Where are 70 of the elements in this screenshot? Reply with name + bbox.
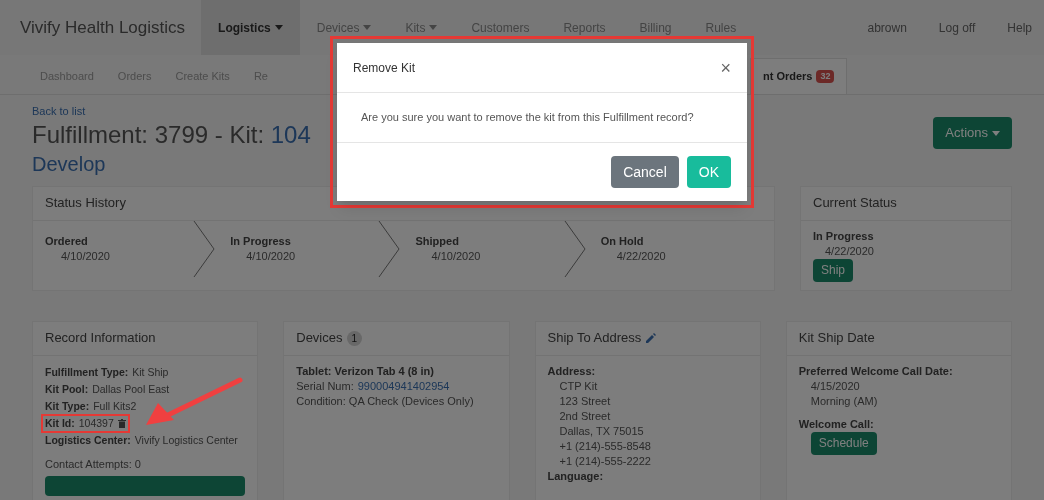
field-label: Fulfillment Type: <box>45 364 129 380</box>
brand-name[interactable]: Vivify Health Logistics <box>20 14 186 41</box>
serial-link[interactable]: 990004941402954 <box>357 378 450 394</box>
panel-title: Status History <box>45 194 126 213</box>
step-date: 4/10/2020 <box>430 248 482 264</box>
device-name: Tablet: Verizon Tab 4 (8 in) <box>296 363 435 379</box>
ok-button[interactable]: OK <box>686 156 731 188</box>
panel-title: Record Information <box>45 329 156 348</box>
chevron-icon <box>193 220 215 277</box>
call-time: Morning (AM) <box>809 393 878 409</box>
user-link[interactable]: Help <box>1007 18 1032 37</box>
step-name: Ordered <box>45 233 89 249</box>
panel-title: Current Status <box>813 194 897 213</box>
ship-button[interactable]: Ship <box>813 258 854 282</box>
trash-icon[interactable] <box>117 418 126 428</box>
close-button[interactable]: × <box>720 58 731 77</box>
field-label: Serial Num: <box>296 378 354 394</box>
dialog-title: Remove Kit <box>353 59 416 77</box>
page-title: Fulfillment: 3799 - Kit: <box>32 119 266 150</box>
field-label: Kit Type: <box>45 398 90 414</box>
step-name: On Hold <box>600 233 645 249</box>
step-date: 4/10/2020 <box>245 248 297 264</box>
step-name: In Progress <box>230 233 292 249</box>
device-condition: Condition: QA Check (Devices Only) <box>296 393 475 409</box>
count-badge: 32 <box>816 69 835 84</box>
chevron-icon <box>378 220 401 277</box>
cancel-button[interactable]: Cancel <box>611 156 679 188</box>
kit-link[interactable]: 104 <box>270 119 311 150</box>
field-value: Dallas Pool East <box>92 381 170 397</box>
address-line: 123 Street <box>558 393 612 409</box>
panel-title: Ship To Address <box>547 329 642 348</box>
nav-menu[interactable]: Logistics <box>201 0 300 55</box>
field-label: Welcome Call: <box>798 416 874 432</box>
address-line: CTP Kit <box>558 378 599 394</box>
address-line: 2nd Street <box>558 408 612 424</box>
dialog-message: Are you sure you want to remove the kit from this Fulfillment record? <box>361 110 694 126</box>
status-name: In Progress <box>813 228 874 244</box>
field-value: 104397 <box>78 415 114 431</box>
field-label: Address: <box>547 363 597 379</box>
panel-title: Devices <box>296 329 343 348</box>
address-line: Dallas, TX 75015 <box>558 423 645 439</box>
user-link[interactable]: abrown <box>867 18 907 37</box>
step-date: 4/22/2020 <box>615 248 667 264</box>
field-label: Preferred Welcome Call Date: <box>798 363 953 379</box>
field-value: Full Kits2 <box>93 398 137 414</box>
chevron-icon <box>563 220 586 277</box>
field-value: Kit Ship <box>132 364 169 380</box>
contact-attempts: Contact Attempts: 0 <box>45 457 141 470</box>
actions-button[interactable]: Actions <box>933 117 1012 149</box>
address-line: +1 (214)-555-8548 <box>558 438 652 454</box>
step-date: 4/10/2020 <box>60 248 111 264</box>
address-line: +1 (214)-555-2222 <box>558 453 652 469</box>
field-label: Language: <box>547 468 605 484</box>
field-label: Logistics Center: <box>45 432 131 448</box>
environment-label: Develop <box>32 151 107 177</box>
field-value: Vivify Logistics Center <box>134 432 238 448</box>
call-date: 4/15/2020 <box>809 378 860 394</box>
pencil-icon[interactable] <box>645 332 657 344</box>
status-date: 4/22/2020 <box>824 243 874 259</box>
user-link[interactable]: Log off <box>938 18 976 37</box>
schedule-button[interactable]: Schedule <box>810 431 877 455</box>
step-name: Shipped <box>415 233 460 249</box>
field-label: Kit Id: <box>45 415 75 431</box>
tab[interactable]: nt Orders 32 <box>749 58 848 94</box>
caret-icon <box>992 130 1000 136</box>
panel-title: Kit Ship Date <box>798 329 875 348</box>
count-badge: 1 <box>346 330 363 346</box>
action-button[interactable] <box>45 475 246 496</box>
back-link[interactable]: Back to list <box>32 103 311 120</box>
field-label: Kit Pool: <box>45 381 89 397</box>
